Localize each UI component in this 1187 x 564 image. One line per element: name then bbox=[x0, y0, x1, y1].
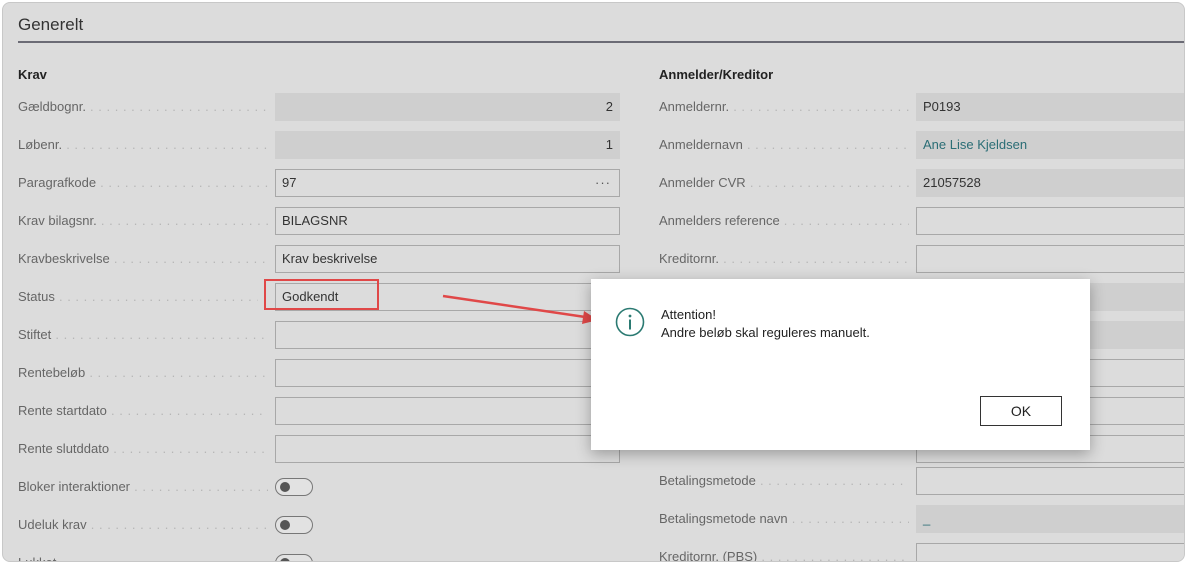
attention-dialog: Attention! Andre beløb skal reguleres ma… bbox=[591, 279, 1090, 450]
ok-button[interactable]: OK bbox=[979, 395, 1063, 427]
dialog-message: Andre beløb skal reguleres manuelt. bbox=[661, 325, 870, 340]
info-icon bbox=[615, 307, 645, 337]
dialog-title: Attention! bbox=[661, 307, 716, 322]
